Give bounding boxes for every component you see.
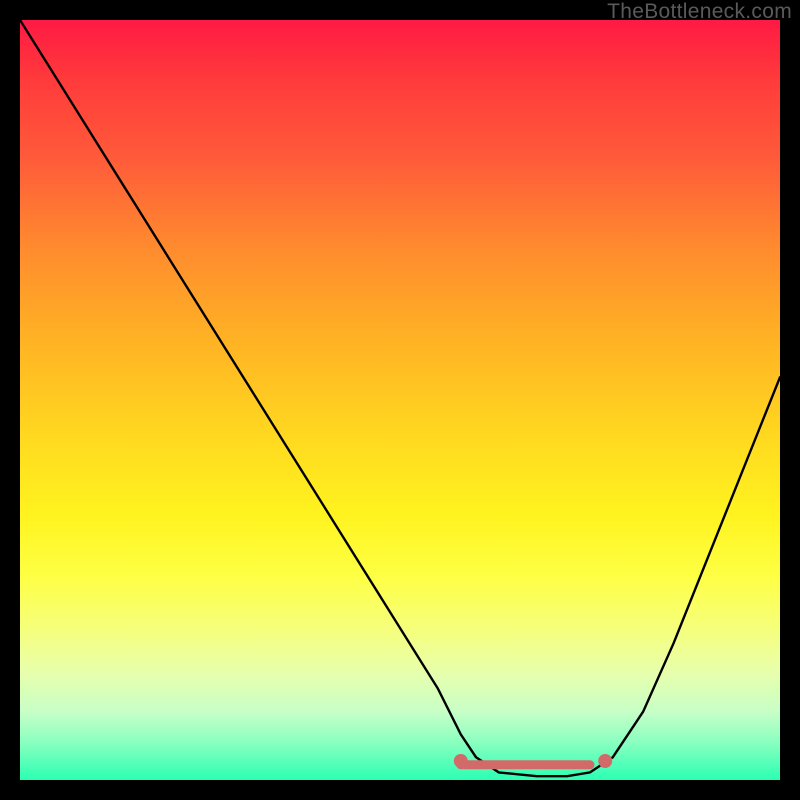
flat-right-dot [598, 754, 612, 768]
bottleneck-curve [20, 20, 780, 776]
flat-left-dot [454, 754, 468, 768]
chart-plot-area [20, 20, 780, 780]
curve-svg [20, 20, 780, 780]
watermark-text: TheBottleneck.com [607, 0, 792, 24]
